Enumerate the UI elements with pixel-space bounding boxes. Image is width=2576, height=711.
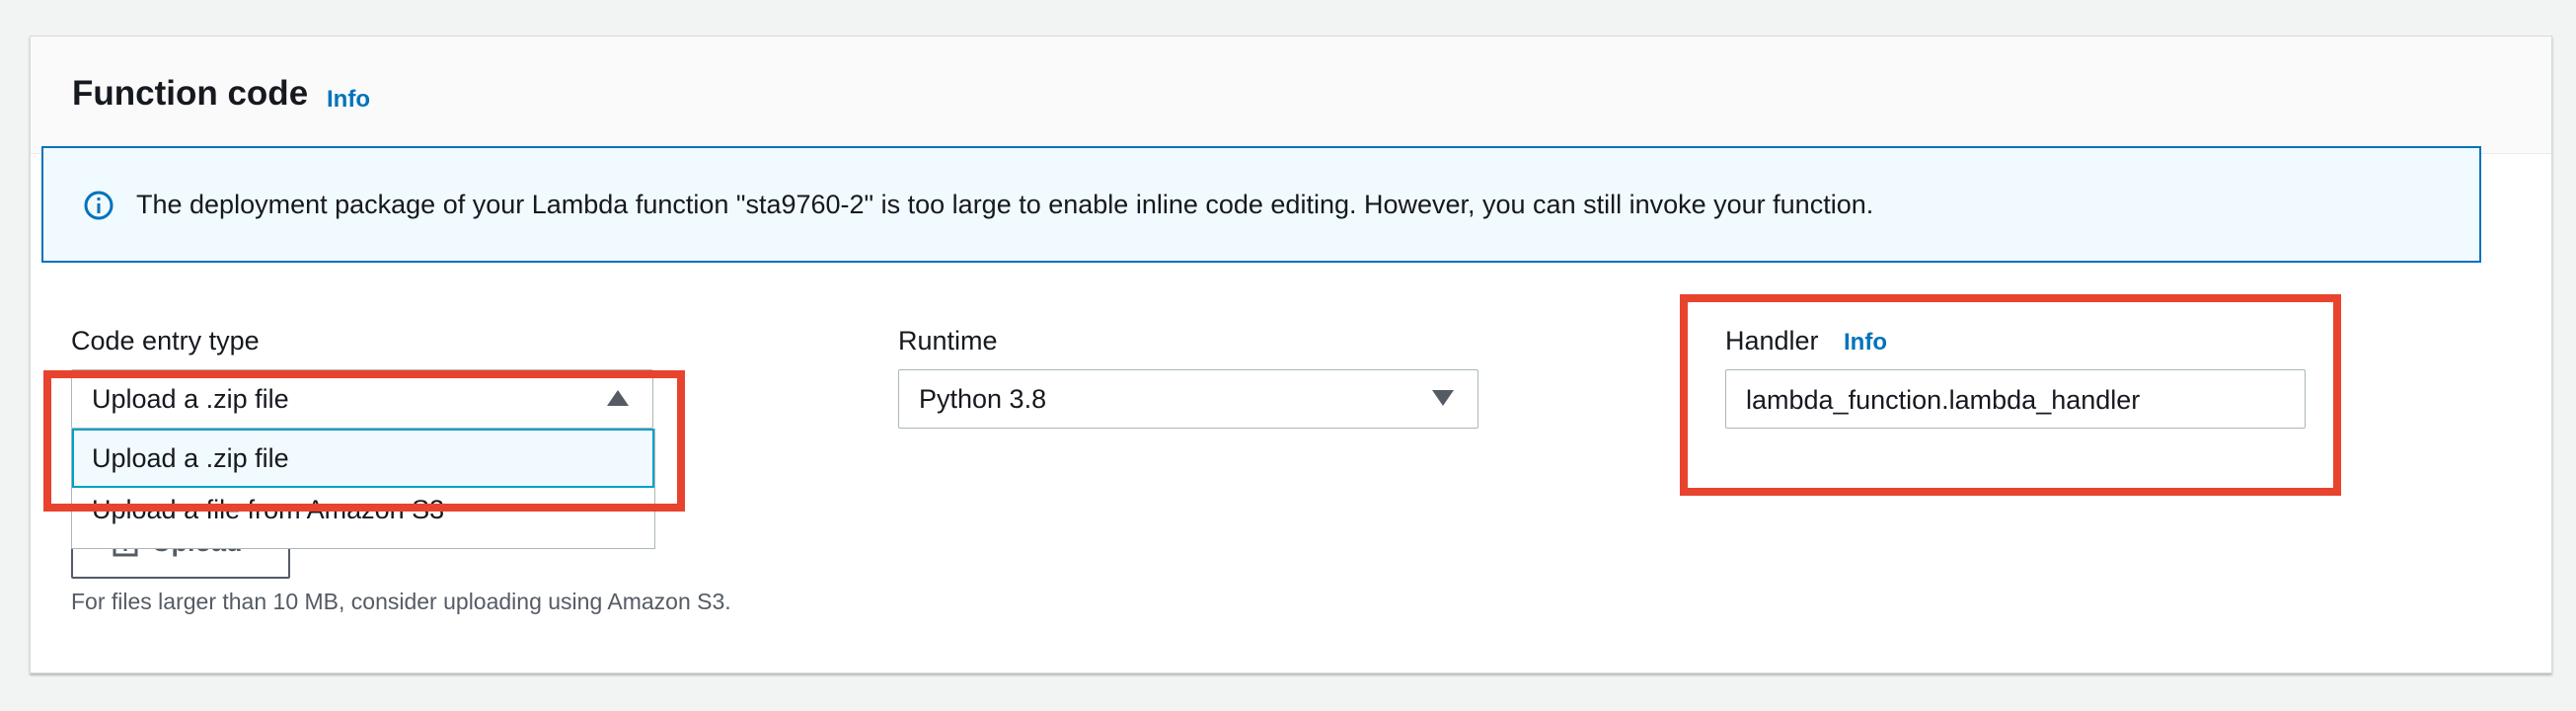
runtime-select[interactable]: Python 3.8: [898, 369, 1478, 429]
code-entry-type-value: Upload a .zip file: [92, 384, 289, 414]
upload-hint: For files larger than 10 MB, consider up…: [71, 589, 731, 614]
dropdown-option-upload-zip[interactable]: Upload a .zip file: [72, 429, 654, 488]
code-entry-type-label: Code entry type: [71, 326, 260, 356]
panel-header: Function code Info: [31, 37, 2551, 154]
handler-value: lambda_function.lambda_handler: [1746, 385, 2141, 415]
handler-input[interactable]: lambda_function.lambda_handler: [1725, 369, 2306, 429]
handler-info-link[interactable]: Info: [1844, 329, 1887, 356]
chevron-down-icon: [1432, 390, 1454, 406]
title-info-link[interactable]: Info: [327, 86, 370, 114]
panel-title: Function code: [72, 74, 309, 113]
info-circle-icon: [84, 191, 114, 220]
info-alert: The deployment package of your Lambda fu…: [41, 146, 2481, 263]
dropdown-option-upload-s3[interactable]: Upload a file from Amazon S3: [72, 488, 654, 547]
handler-label: Handler: [1725, 326, 1819, 356]
function-code-panel: Function code Info: [30, 36, 2552, 673]
code-entry-type-dropdown: Upload a .zip file Upload a file from Am…: [71, 429, 655, 549]
caret-up-icon: [607, 390, 629, 406]
code-entry-type-select[interactable]: Upload a .zip file: [71, 369, 653, 429]
alert-message: The deployment package of your Lambda fu…: [136, 190, 1874, 219]
runtime-label: Runtime: [898, 326, 998, 356]
runtime-value: Python 3.8: [919, 384, 1047, 414]
